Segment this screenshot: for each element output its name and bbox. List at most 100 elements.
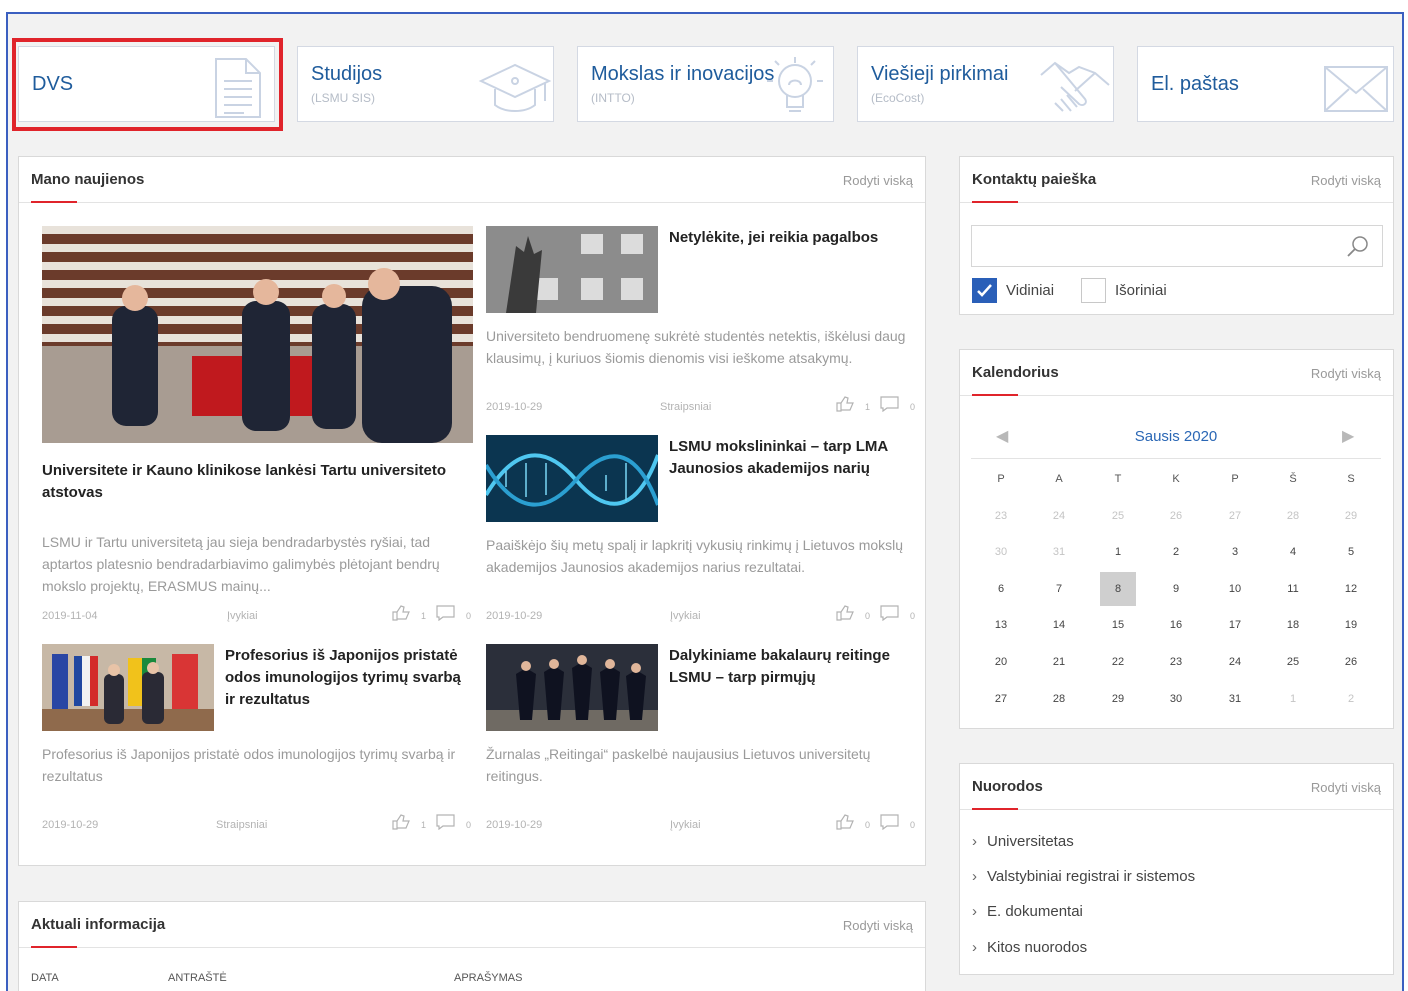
calendar-day[interactable]: 30: [983, 535, 1019, 569]
weekday-header: A: [1055, 473, 1063, 485]
news-item-title[interactable]: Universitete ir Kauno klinikose lankėsi …: [42, 460, 472, 504]
calendar-day[interactable]: 29: [1333, 499, 1369, 533]
news-image-graduation[interactable]: [486, 644, 658, 731]
calendar-day[interactable]: 10: [1217, 572, 1253, 606]
weekday-header: S: [1347, 473, 1355, 485]
like-button[interactable]: [835, 814, 855, 830]
calendar-day[interactable]: 17: [1217, 608, 1253, 642]
comment-button[interactable]: [436, 814, 456, 830]
next-month-icon[interactable]: ▶: [1342, 426, 1354, 446]
internal-checkbox[interactable]: [972, 278, 997, 303]
news-item-title[interactable]: LSMU mokslininkai – tarp LMA Jaunosios a…: [669, 436, 909, 480]
tile-pastas[interactable]: El. paštas: [1137, 46, 1394, 122]
contacts-show-all-link[interactable]: Rodyti viską: [1311, 173, 1381, 188]
news-item-actions: 1 0: [391, 605, 471, 621]
calendar-day[interactable]: 31: [1217, 682, 1253, 716]
calendar-day[interactable]: 24: [1217, 645, 1253, 679]
comment-button[interactable]: [436, 605, 456, 621]
calendar-day[interactable]: 1: [1275, 682, 1311, 716]
calendar-day[interactable]: 6: [983, 572, 1019, 606]
calendar-day[interactable]: 28: [1041, 682, 1077, 716]
calendar-day[interactable]: 15: [1100, 608, 1136, 642]
calendar-day[interactable]: 2: [1158, 535, 1194, 569]
column-header-title[interactable]: ANTRAŠTĖ: [168, 972, 227, 984]
calendar-day[interactable]: 5: [1333, 535, 1369, 569]
calendar-show-all-link[interactable]: Rodyti viską: [1311, 366, 1381, 381]
tile-studijos[interactable]: Studijos (LSMU SIS): [297, 46, 554, 122]
comment-count: 0: [910, 402, 916, 412]
comment-count: 0: [910, 820, 916, 830]
column-header-description[interactable]: APRAŠYMAS: [454, 972, 522, 984]
link-item[interactable]: › Universitetas: [972, 833, 1074, 850]
calendar-day[interactable]: 3: [1217, 535, 1253, 569]
comment-icon: [436, 814, 455, 830]
external-checkbox[interactable]: [1081, 278, 1106, 303]
tile-mokslas-sub: (INTTO): [591, 91, 635, 105]
news-image-japan[interactable]: [42, 644, 214, 731]
weekday-header: K: [1172, 473, 1180, 485]
news-panel: Mano naujienos Rodyti viską Universitete…: [18, 156, 926, 866]
dvs-highlight-frame: [12, 38, 283, 131]
calendar-day[interactable]: 23: [1158, 645, 1194, 679]
calendar-day[interactable]: 24: [1041, 499, 1077, 533]
like-count: 0: [865, 820, 871, 830]
calendar-day[interactable]: 11: [1275, 572, 1311, 606]
calendar-day[interactable]: 7: [1041, 572, 1077, 606]
like-button[interactable]: [835, 396, 855, 412]
thumbs-up-icon: [836, 396, 854, 412]
calendar-day[interactable]: 28: [1275, 499, 1311, 533]
comment-button[interactable]: [880, 396, 900, 412]
calendar-day[interactable]: 21: [1041, 645, 1077, 679]
calendar-day[interactable]: 30: [1158, 682, 1194, 716]
news-item-title[interactable]: Netylėkite, jei reikia pagalbos: [669, 227, 909, 249]
calendar-day[interactable]: 29: [1100, 682, 1136, 716]
like-button[interactable]: [835, 605, 855, 621]
news-image-help[interactable]: [486, 226, 658, 313]
link-item[interactable]: › E. dokumentai: [972, 903, 1083, 920]
news-image-tartu[interactable]: [42, 226, 473, 443]
calendar-day[interactable]: 9: [1158, 572, 1194, 606]
tile-pirkimai-title: Viešieji pirkimai: [871, 63, 1009, 85]
calendar-day[interactable]: 26: [1333, 645, 1369, 679]
calendar-day[interactable]: 27: [983, 682, 1019, 716]
comment-button[interactable]: [880, 605, 900, 621]
column-header-date[interactable]: DATA: [31, 972, 59, 984]
news-item-date: 2019-10-29: [486, 819, 543, 831]
link-item[interactable]: › Kitos nuorodos: [972, 939, 1087, 956]
calendar-day[interactable]: 19: [1333, 608, 1369, 642]
calendar-day[interactable]: 16: [1158, 608, 1194, 642]
calendar-day[interactable]: 23: [983, 499, 1019, 533]
calendar-day[interactable]: 18: [1275, 608, 1311, 642]
checkmark-icon: [977, 284, 992, 297]
calendar-day[interactable]: 20: [983, 645, 1019, 679]
calendar-day[interactable]: 8: [1100, 571, 1136, 606]
calendar-day[interactable]: 1: [1100, 535, 1136, 569]
news-image-dna[interactable]: [486, 435, 658, 522]
news-show-all-link[interactable]: Rodyti viską: [843, 173, 913, 188]
calendar-day[interactable]: 27: [1217, 499, 1253, 533]
comment-button[interactable]: [880, 814, 900, 830]
calendar-day[interactable]: 25: [1100, 499, 1136, 533]
like-button[interactable]: [391, 814, 411, 830]
calendar-day[interactable]: 26: [1158, 499, 1194, 533]
calendar-day[interactable]: 25: [1275, 645, 1311, 679]
search-icon[interactable]: [1346, 235, 1370, 259]
news-item-title[interactable]: Dalykiniame bakalaurų reitinge LSMU – ta…: [669, 645, 909, 689]
calendar-day[interactable]: 13: [983, 608, 1019, 642]
news-item-title[interactable]: Profesorius iš Japonijos pristatė odos i…: [225, 645, 470, 711]
envelope-icon: [1324, 66, 1388, 112]
links-show-all-link[interactable]: Rodyti viską: [1311, 780, 1381, 795]
calendar-day[interactable]: 31: [1041, 535, 1077, 569]
calendar-day[interactable]: 22: [1100, 645, 1136, 679]
tile-mokslas-title: Mokslas ir inovacijos: [591, 63, 775, 85]
like-button[interactable]: [391, 605, 411, 621]
info-show-all-link[interactable]: Rodyti viską: [843, 918, 913, 933]
tile-mokslas[interactable]: Mokslas ir inovacijos (INTTO): [577, 46, 834, 122]
calendar-day[interactable]: 14: [1041, 608, 1077, 642]
calendar-day[interactable]: 12: [1333, 572, 1369, 606]
contact-search-input[interactable]: [971, 225, 1383, 267]
calendar-day[interactable]: 2: [1333, 682, 1369, 716]
link-item[interactable]: › Valstybiniai registrai ir sistemos: [972, 868, 1195, 885]
calendar-day[interactable]: 4: [1275, 535, 1311, 569]
tile-pirkimai[interactable]: Viešieji pirkimai (EcoCost): [857, 46, 1114, 122]
